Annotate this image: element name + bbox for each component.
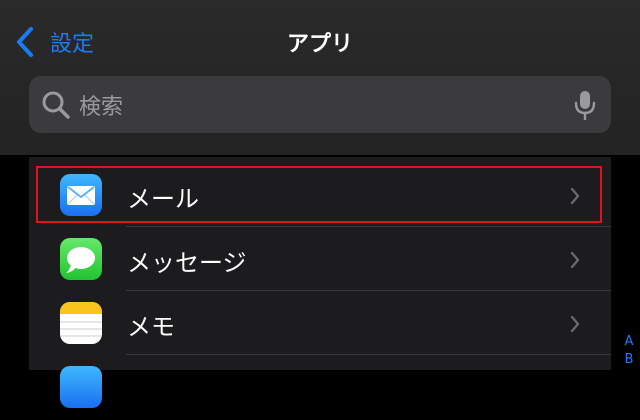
page-title: アプリ bbox=[286, 32, 353, 57]
microphone-icon[interactable] bbox=[573, 90, 597, 120]
search-field[interactable]: 検索 bbox=[29, 76, 611, 133]
messages-icon bbox=[60, 238, 102, 280]
section-index[interactable]: A B bbox=[622, 333, 636, 369]
list-item-notes[interactable]: メモ bbox=[29, 290, 611, 356]
chevron-right-icon bbox=[570, 315, 580, 333]
list-item-messages[interactable]: メッセージ bbox=[29, 226, 611, 292]
notes-icon bbox=[60, 302, 102, 344]
app-label: メッセージ bbox=[127, 249, 247, 277]
chevron-right-icon bbox=[570, 251, 580, 269]
navigation-header: 設定 アプリ 検索 bbox=[0, 0, 640, 155]
highlight-box bbox=[36, 166, 602, 223]
app-icon bbox=[60, 366, 102, 408]
list-item-partial[interactable] bbox=[29, 354, 611, 420]
index-letter[interactable]: B bbox=[622, 351, 636, 369]
app-label: メモ bbox=[127, 313, 175, 341]
search-icon bbox=[42, 91, 70, 119]
search-placeholder: 検索 bbox=[79, 95, 124, 120]
index-letter[interactable]: A bbox=[622, 333, 636, 351]
